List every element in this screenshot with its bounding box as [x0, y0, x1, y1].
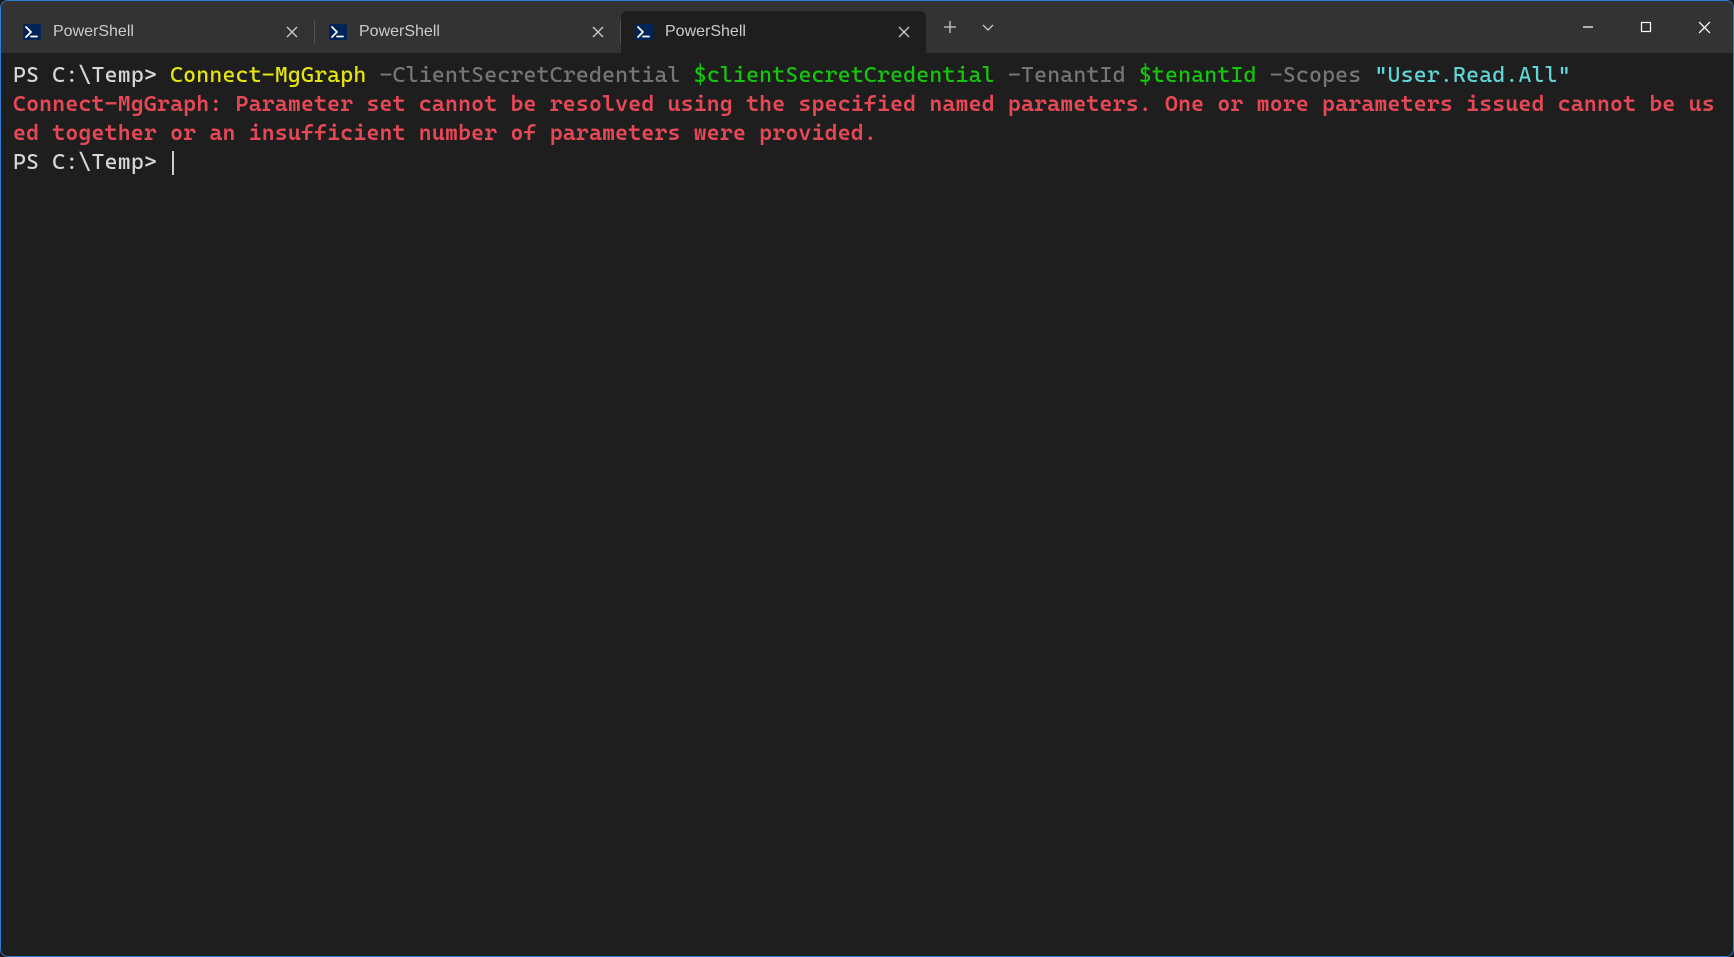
minimize-icon: [1582, 21, 1594, 33]
window-controls: [1559, 1, 1733, 53]
plus-icon: [943, 20, 957, 34]
param-name: -Scopes: [1270, 63, 1375, 88]
minimize-button[interactable]: [1559, 1, 1617, 53]
powershell-icon: [329, 23, 347, 41]
string-literal: "User.Read.All": [1374, 63, 1570, 88]
tab-close-button[interactable]: [586, 20, 610, 44]
variable: $tenantId: [1139, 63, 1270, 88]
terminal-body[interactable]: PS C:\Temp> Connect-MgGraph -ClientSecre…: [1, 53, 1733, 956]
tab-strip: PowerShell PowerShell: [1, 1, 926, 53]
terminal-window: PowerShell PowerShell: [0, 0, 1734, 957]
tab-label: PowerShell: [665, 23, 892, 41]
tab-close-button[interactable]: [280, 20, 304, 44]
tab-close-button[interactable]: [892, 20, 916, 44]
tab-powershell-2[interactable]: PowerShell: [315, 11, 620, 53]
close-icon: [592, 26, 604, 38]
new-tab-button[interactable]: [932, 9, 968, 45]
tab-label: PowerShell: [53, 23, 280, 41]
maximize-icon: [1640, 21, 1652, 33]
prompt: PS C:\Temp>: [13, 150, 170, 175]
powershell-icon: [23, 23, 41, 41]
close-icon: [1698, 21, 1711, 34]
variable: $clientSecretCredential: [694, 63, 1008, 88]
powershell-icon: [635, 23, 653, 41]
tab-powershell-1[interactable]: PowerShell: [9, 11, 314, 53]
error-message: Connect-MgGraph: Parameter set cannot be…: [13, 92, 1715, 146]
tab-dropdown-button[interactable]: [970, 9, 1006, 45]
prompt: PS C:\Temp>: [13, 63, 170, 88]
tab-actions: [926, 1, 1006, 53]
maximize-button[interactable]: [1617, 1, 1675, 53]
tab-label: PowerShell: [359, 23, 586, 41]
param-name: -TenantId: [1008, 63, 1139, 88]
close-window-button[interactable]: [1675, 1, 1733, 53]
cmdlet-name: Connect-MgGraph: [170, 63, 379, 88]
chevron-down-icon: [981, 20, 995, 34]
tab-powershell-3[interactable]: PowerShell: [621, 11, 926, 53]
cursor: [172, 151, 174, 175]
param-name: -ClientSecretCredential: [380, 63, 694, 88]
titlebar: PowerShell PowerShell: [1, 1, 1733, 53]
close-icon: [898, 26, 910, 38]
titlebar-drag-area[interactable]: [1006, 1, 1559, 53]
close-icon: [286, 26, 298, 38]
